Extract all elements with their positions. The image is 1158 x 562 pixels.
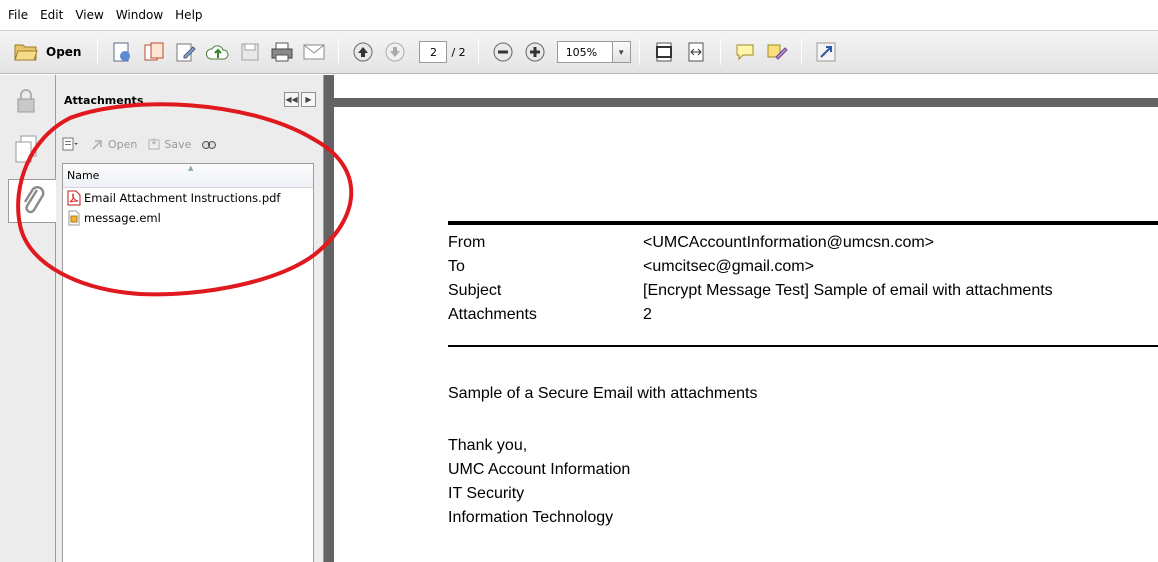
- name-column-header[interactable]: ▲ Name: [63, 164, 313, 188]
- email-closing: Thank you,: [448, 437, 528, 454]
- toolbar-separator: [338, 39, 340, 65]
- toolbar-separator: [800, 39, 802, 65]
- email-icon[interactable]: [301, 39, 327, 65]
- fit-page-icon[interactable]: [651, 39, 677, 65]
- attachments-toolbar: Open Save: [62, 133, 312, 155]
- zoom-level-input[interactable]: 105%: [556, 41, 613, 63]
- sort-caret-icon: ▲: [188, 164, 194, 172]
- menu-view[interactable]: View: [69, 8, 109, 22]
- options-menu-icon[interactable]: [62, 137, 81, 151]
- expand-panel-icon[interactable]: ▶: [301, 92, 316, 107]
- zoom-in-icon[interactable]: [522, 39, 548, 65]
- eml-file-icon: [68, 210, 80, 226]
- save-attachment-button[interactable]: Save: [147, 137, 191, 151]
- name-column-label: Name: [67, 169, 100, 182]
- menu-help[interactable]: Help: [169, 8, 208, 22]
- signature-line: UMC Account Information: [448, 461, 631, 478]
- document-viewer[interactable]: From <UMCAccountInformation@umcsn.com> T…: [324, 75, 1158, 562]
- page-total-label: / 2: [451, 45, 466, 59]
- email-body-intro: Sample of a Secure Email with attachment…: [448, 385, 758, 402]
- header-label: From: [448, 234, 486, 251]
- open-attachment-button[interactable]: Open: [91, 137, 137, 151]
- zoom-dropdown-icon[interactable]: ▼: [612, 41, 631, 63]
- menu-edit[interactable]: Edit: [34, 8, 69, 22]
- create-pdf-icon[interactable]: [109, 39, 135, 65]
- signature-line: IT Security: [448, 485, 525, 502]
- attachment-row-pdf[interactable]: Email Attachment Instructions.pdf: [63, 188, 313, 208]
- next-page-icon[interactable]: [382, 39, 408, 65]
- lock-icon[interactable]: [6, 79, 46, 123]
- attachments-header: Attachments ◀◀ ▶: [56, 75, 324, 125]
- save-icon[interactable]: [237, 39, 263, 65]
- attachments-title: Attachments: [64, 93, 144, 107]
- menu-window[interactable]: Window: [110, 8, 169, 22]
- pages-icon[interactable]: [6, 127, 46, 171]
- fit-width-icon[interactable]: [683, 39, 709, 65]
- search-attachments-icon[interactable]: [201, 137, 220, 151]
- combine-files-icon[interactable]: [141, 39, 167, 65]
- header-top-rule: [448, 221, 1158, 225]
- expand-icon[interactable]: [813, 39, 839, 65]
- attachments-panel: Attachments ◀◀ ▶ Open Save ▲ Name Email …: [56, 75, 324, 562]
- open-attachment-label: Open: [108, 137, 138, 151]
- header-row-attachments: Attachments 2: [448, 303, 1158, 327]
- document-gutter: [324, 75, 334, 562]
- open-button[interactable]: Open: [46, 45, 81, 59]
- pdf-file-icon: [67, 190, 81, 206]
- main-toolbar: Open 2 / 2 105% ▼: [0, 30, 1158, 74]
- print-icon[interactable]: [269, 39, 295, 65]
- page-divider: [334, 98, 1158, 107]
- upload-cloud-icon[interactable]: [205, 39, 231, 65]
- toolbar-separator: [477, 39, 479, 65]
- open-folder-icon[interactable]: [13, 39, 39, 65]
- header-label: To: [448, 258, 465, 275]
- attachment-name: message.eml: [84, 211, 161, 225]
- previous-page-bottom: [334, 75, 1158, 98]
- save-attachment-label: Save: [164, 137, 192, 151]
- comment-icon[interactable]: [732, 39, 758, 65]
- attachments-list: ▲ Name Email Attachment Instructions.pdf…: [62, 163, 314, 562]
- toolbar-separator: [97, 39, 99, 65]
- menu-bar: File Edit View Window Help: [0, 0, 1158, 30]
- panel-controls: ◀◀ ▶: [282, 92, 316, 107]
- edit-document-icon[interactable]: [173, 39, 199, 65]
- paperclip-icon[interactable]: [8, 179, 57, 223]
- header-row-from: From <UMCAccountInformation@umcsn.com>: [448, 231, 1158, 255]
- header-value: [Encrypt Message Test] Sample of email w…: [643, 282, 1053, 299]
- header-value: 2: [643, 306, 652, 323]
- previous-page-icon[interactable]: [350, 39, 376, 65]
- header-bottom-rule: [448, 345, 1158, 347]
- collapse-panel-icon[interactable]: ◀◀: [284, 92, 299, 107]
- zoom-out-icon[interactable]: [490, 39, 516, 65]
- toolbar-separator: [719, 39, 721, 65]
- header-row-to: To <umcitsec@gmail.com>: [448, 255, 1158, 279]
- header-value: <umcitsec@gmail.com>: [643, 258, 814, 275]
- attachment-name: Email Attachment Instructions.pdf: [84, 191, 281, 205]
- header-row-subject: Subject [Encrypt Message Test] Sample of…: [448, 279, 1158, 303]
- attachment-row-eml[interactable]: message.eml: [63, 208, 313, 228]
- header-value: <UMCAccountInformation@umcsn.com>: [643, 234, 935, 251]
- toolbar-separator: [638, 39, 640, 65]
- email-header-table: From <UMCAccountInformation@umcsn.com> T…: [448, 231, 1158, 327]
- page-number-input[interactable]: 2: [419, 41, 448, 63]
- menu-file[interactable]: File: [2, 8, 34, 22]
- navigation-pane: [0, 75, 57, 562]
- header-label: Subject: [448, 282, 502, 299]
- signature-line: Information Technology: [448, 509, 614, 526]
- highlight-icon[interactable]: [764, 39, 790, 65]
- header-label: Attachments: [448, 306, 537, 323]
